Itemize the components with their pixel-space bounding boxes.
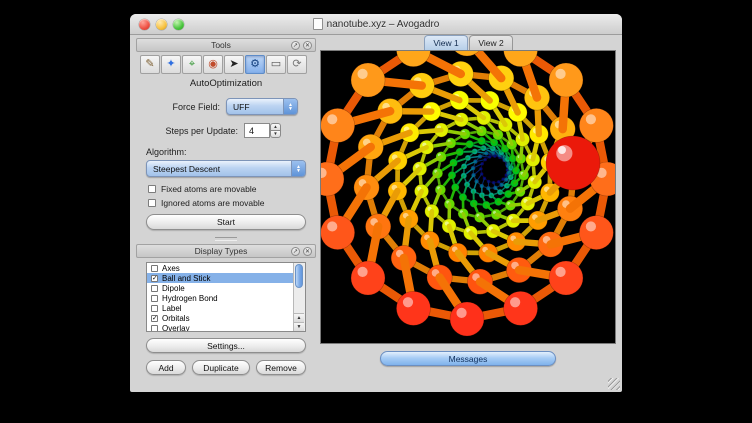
close-display-button[interactable]: ✕ [303,247,312,256]
ignored-atoms-checkbox-row[interactable]: Ignored atoms are movable [148,198,264,208]
float-tools-button[interactable]: ↗ [291,41,300,50]
display-type-label: Hydrogen Bond [162,294,218,303]
display-type-checkbox[interactable] [151,305,158,312]
align-tool-button[interactable]: ⟳ [287,55,307,74]
manipulate-tool-icon: ◉ [208,59,218,70]
scrollbar-arrows: ▲ ▼ [294,313,304,331]
algorithm-value: Steepest Descent [153,164,220,174]
autooptimize-tool-button[interactable]: ⚙ [245,55,265,74]
display-type-row[interactable]: Hydrogen Bond [147,293,294,303]
display-type-checkbox[interactable]: ✓ [151,315,158,322]
nanotube-render [321,51,615,343]
draw-tool-icon: ✎ [145,59,154,70]
stepper-up-button[interactable]: ▲ [270,123,281,130]
display-type-row[interactable]: ✓ Orbitals [147,313,294,323]
avogadro-window: nanotube.xyz – Avogadro Tools ↗ ✕ ✎ ✦ ⌖ ◉ ➤ ⚙… [130,14,622,392]
bondcentric-tool-icon: ⌖ [189,59,195,70]
display-type-row[interactable]: Axes [147,263,294,273]
settings-button[interactable]: Settings... [146,338,306,353]
window-title: nanotube.xyz – Avogadro [130,14,622,34]
tab-view-2[interactable]: View 2 [469,35,513,50]
document-icon [313,18,323,30]
tab-view-1[interactable]: View 1 [424,35,468,50]
ignored-atoms-label: Ignored atoms are movable [161,198,264,208]
messages-button[interactable]: Messages [380,351,556,366]
display-type-label: Axes [162,264,180,273]
molecule-viewport[interactable] [320,50,616,344]
display-type-row[interactable]: Dipole [147,283,294,293]
scrollbar-thumb[interactable] [295,264,303,288]
display-types-list: Axes ✓ Ball and StickDipoleHydrogen BondLa… [147,263,294,332]
display-type-row[interactable]: Overlay [147,323,294,332]
tools-panel-header[interactable]: Tools ↗ ✕ [136,38,316,52]
select-tool-icon: ➤ [229,59,238,70]
window-titlebar[interactable]: nanotube.xyz – Avogadro [130,14,622,35]
fixed-atoms-label: Fixed atoms are movable [161,184,256,194]
popup-arrows-icon: ▲▼ [283,99,297,114]
display-type-label: Orbitals [162,314,190,323]
measure-tool-button[interactable]: ▭ [266,55,286,74]
duplicate-button[interactable]: Duplicate [192,360,250,375]
display-type-checkbox[interactable] [151,295,158,302]
display-type-label: Label [162,304,182,313]
desktop: nanotube.xyz – Avogadro Tools ↗ ✕ ✎ ✦ ⌖ ◉ ➤ ⚙… [0,0,752,423]
display-type-row[interactable]: ✓ Ball and Stick [147,273,294,283]
display-type-checkbox[interactable]: ✓ [151,275,158,282]
float-display-button[interactable]: ↗ [291,247,300,256]
force-field-value: UFF [233,102,250,112]
measure-tool-icon: ▭ [271,59,281,70]
display-type-checkbox[interactable] [151,285,158,292]
window-title-text: nanotube.xyz – Avogadro [327,19,440,30]
display-types-listbox: Axes ✓ Ball and StickDipoleHydrogen BondLa… [146,262,306,332]
stepper-down-button[interactable]: ▼ [270,130,281,138]
display-types-title: Display Types [137,246,291,256]
steps-stepper: ▲ ▼ [270,123,281,138]
start-button[interactable]: Start [146,214,306,230]
display-type-label: Overlay [162,324,190,333]
tools-panel-title: Tools [137,40,291,50]
force-field-select[interactable]: UFF ▲▼ [226,98,298,115]
autooptimization-title: AutoOptimization [136,78,316,89]
display-type-checkbox[interactable] [151,265,158,272]
panel-splitter[interactable] [136,236,316,241]
display-type-row[interactable]: Label [147,303,294,313]
close-tools-button[interactable]: ✕ [303,41,312,50]
draw-tool-button[interactable]: ✎ [140,55,160,74]
algorithm-select[interactable]: Steepest Descent ▲▼ [146,160,306,177]
ignored-atoms-checkbox[interactable] [148,199,156,207]
tools-toolbar: ✎ ✦ ⌖ ◉ ➤ ⚙ ▭ ⟳ [140,55,307,74]
display-type-label: Ball and Stick [162,274,210,283]
select-tool-button[interactable]: ➤ [224,55,244,74]
popup-arrows-icon: ▲▼ [291,161,305,176]
autooptimize-tool-icon: ⚙ [250,59,260,70]
window-resize-grip[interactable] [608,378,620,390]
force-field-label: Force Field: [136,102,220,112]
scroll-down-button[interactable]: ▼ [294,322,304,331]
remove-button[interactable]: Remove [256,360,306,375]
fixed-atoms-checkbox-row[interactable]: Fixed atoms are movable [148,184,256,194]
algorithm-label: Algorithm: [146,147,226,157]
fixed-atoms-checkbox[interactable] [148,185,156,193]
navigate-tool-button[interactable]: ✦ [161,55,181,74]
display-types-panel-header[interactable]: Display Types ↗ ✕ [136,244,316,258]
display-type-checkbox[interactable] [151,325,158,332]
display-type-label: Dipole [162,284,185,293]
steps-per-update-label: Steps per Update: [136,126,238,136]
manipulate-tool-button[interactable]: ◉ [203,55,223,74]
navigate-tool-icon: ✦ [166,59,175,70]
steps-per-update-field[interactable]: 4 [244,123,270,138]
add-button[interactable]: Add [146,360,186,375]
bondcentric-tool-button[interactable]: ⌖ [182,55,202,74]
display-types-scrollbar[interactable]: ▲ ▼ [293,263,305,331]
scroll-up-button[interactable]: ▲ [294,313,304,322]
align-tool-icon: ⟳ [292,59,301,70]
